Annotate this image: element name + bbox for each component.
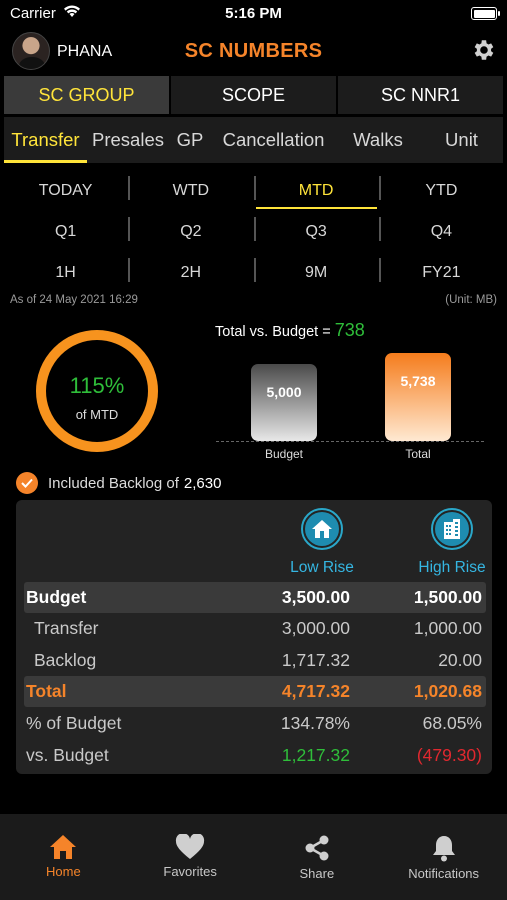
gear-icon[interactable]	[470, 37, 496, 63]
total-vs-budget-value: 738	[334, 320, 365, 340]
low-rise-value: 1,217.32	[281, 745, 350, 765]
high-rise-value: (479.30)	[416, 745, 482, 765]
high-rise-label: High Rise	[418, 559, 486, 576]
include-backlog-toggle[interactable]: Included Backlog of 2,630	[16, 472, 221, 494]
period-today[interactable]: TODAY	[3, 170, 128, 211]
row-label: Total	[26, 681, 67, 701]
period-ytd[interactable]: YTD	[378, 170, 504, 211]
high-rise-value: 1,000.00	[413, 618, 482, 638]
period-fy21[interactable]: FY21	[378, 252, 504, 293]
budget-bar-value: 5,000	[266, 384, 302, 400]
row-label: Backlog	[34, 650, 97, 670]
table-row: Budget 3,500.00 1,500.00	[24, 582, 486, 613]
low-rise-value: 3,000.00	[281, 618, 350, 638]
house-icon	[312, 520, 332, 538]
period-2h[interactable]: 2H	[128, 252, 253, 293]
page-title: SC NUMBERS	[184, 40, 323, 62]
tab-share[interactable]: Share	[254, 814, 381, 900]
unit-note: (Unit: MB)	[445, 294, 497, 306]
bottom-tab-bar: Home Favorites Share Notifications	[0, 814, 507, 900]
table-row: Transfer 3,000.00 1,000.00	[24, 613, 486, 644]
budget-bar: 5,000	[251, 364, 317, 441]
budget-bar-label: Budget	[264, 447, 304, 461]
row-label: Transfer	[34, 618, 99, 638]
share-icon	[305, 835, 329, 861]
period-q4[interactable]: Q4	[378, 211, 504, 252]
total-bar-label: Total	[405, 447, 431, 461]
group-tabs: SC GROUP SCOPE SC NNR1	[4, 76, 503, 114]
tab-walks[interactable]: Walks	[336, 117, 420, 163]
low-rise-value: 3,500.00	[281, 587, 350, 607]
tab-favorites[interactable]: Favorites	[127, 814, 254, 900]
period-q3[interactable]: Q3	[253, 211, 379, 252]
period-q1[interactable]: Q1	[3, 211, 128, 252]
tab-notifications-label: Notifications	[408, 866, 480, 881]
tab-transfer[interactable]: Transfer	[4, 117, 87, 163]
battery-icon	[471, 7, 500, 20]
app-header: PHANA SC NUMBERS	[0, 28, 507, 74]
heart-icon	[176, 834, 205, 859]
low-rise-value: 134.78%	[280, 713, 350, 733]
period-mtd[interactable]: MTD	[253, 170, 379, 211]
tab-share-label: Share	[299, 866, 335, 881]
table-row: vs. Budget 1,217.32 (479.30)	[24, 740, 486, 771]
mtd-percent-ring: 115% of MTD	[36, 330, 158, 452]
tab-unit[interactable]: Unit	[420, 117, 503, 163]
period-9m[interactable]: 9M	[253, 252, 379, 293]
clock: 5:16 PM	[225, 5, 282, 22]
tab-home[interactable]: Home	[0, 814, 127, 900]
tab-notifications[interactable]: Notifications	[380, 814, 507, 900]
chart-baseline	[216, 441, 484, 442]
low-rise-value: 1,717.32	[281, 650, 350, 670]
row-label: Budget	[26, 587, 87, 607]
low-rise-label: Low Rise	[290, 559, 354, 576]
period-selector: TODAY WTD MTD YTD Q1 Q2 Q3 Q4 1H 2H 9M F…	[3, 170, 504, 293]
tab-cancellation[interactable]: Cancellation	[211, 117, 336, 163]
ring-percent: 115%	[69, 373, 125, 398]
high-rise-value: 1,020.68	[413, 681, 482, 701]
tab-home-label: Home	[46, 864, 81, 879]
as-of-timestamp: As of 24 May 2021 16:29	[10, 294, 138, 306]
category-tabs: Transfer Presales GP Cancellation Walks …	[4, 117, 503, 163]
table-row: % of Budget 134.78% 68.05%	[24, 708, 486, 739]
low-rise-value: 4,717.32	[281, 681, 350, 701]
table-row: Backlog 1,717.32 20.00	[24, 645, 486, 676]
tab-favorites-label: Favorites	[163, 864, 217, 879]
total-bar: 5,738	[385, 353, 451, 441]
breakdown-card: Low Rise High Rise Budget 3,500.00 1,500…	[16, 500, 492, 774]
high-rise-value: 1,500.00	[413, 587, 482, 607]
tab-scope[interactable]: SCOPE	[171, 76, 336, 114]
tab-presales[interactable]: Presales	[87, 117, 169, 163]
high-rise-header[interactable]: High Rise	[392, 508, 507, 577]
backlog-value: 2,630	[183, 474, 222, 492]
total-vs-budget-label: Total vs. Budget =	[215, 324, 335, 340]
period-wtd[interactable]: WTD	[128, 170, 253, 211]
status-bar: Carrier 5:16 PM	[0, 0, 507, 28]
bell-icon	[432, 836, 455, 862]
tab-sc-group[interactable]: SC GROUP	[4, 76, 169, 114]
period-1h[interactable]: 1H	[3, 252, 128, 293]
low-rise-header[interactable]: Low Rise	[262, 508, 382, 577]
table-row: Total 4,717.32 1,020.68	[24, 676, 486, 707]
row-label: vs. Budget	[26, 745, 109, 765]
home-icon	[50, 835, 77, 859]
building-icon	[444, 519, 460, 539]
checkmark-icon[interactable]	[16, 472, 38, 494]
total-vs-budget: Total vs. Budget = 738	[215, 320, 365, 341]
tab-sc-nnr1[interactable]: SC NNR1	[338, 76, 503, 114]
ring-label: of MTD	[75, 407, 119, 422]
high-rise-value: 20.00	[438, 650, 482, 670]
period-q2[interactable]: Q2	[128, 211, 253, 252]
total-bar-value: 5,738	[400, 373, 436, 389]
row-label: % of Budget	[26, 713, 122, 733]
tab-gp[interactable]: GP	[169, 117, 211, 163]
backlog-label: Included Backlog of	[48, 474, 179, 492]
high-rise-value: 68.05%	[422, 713, 482, 733]
